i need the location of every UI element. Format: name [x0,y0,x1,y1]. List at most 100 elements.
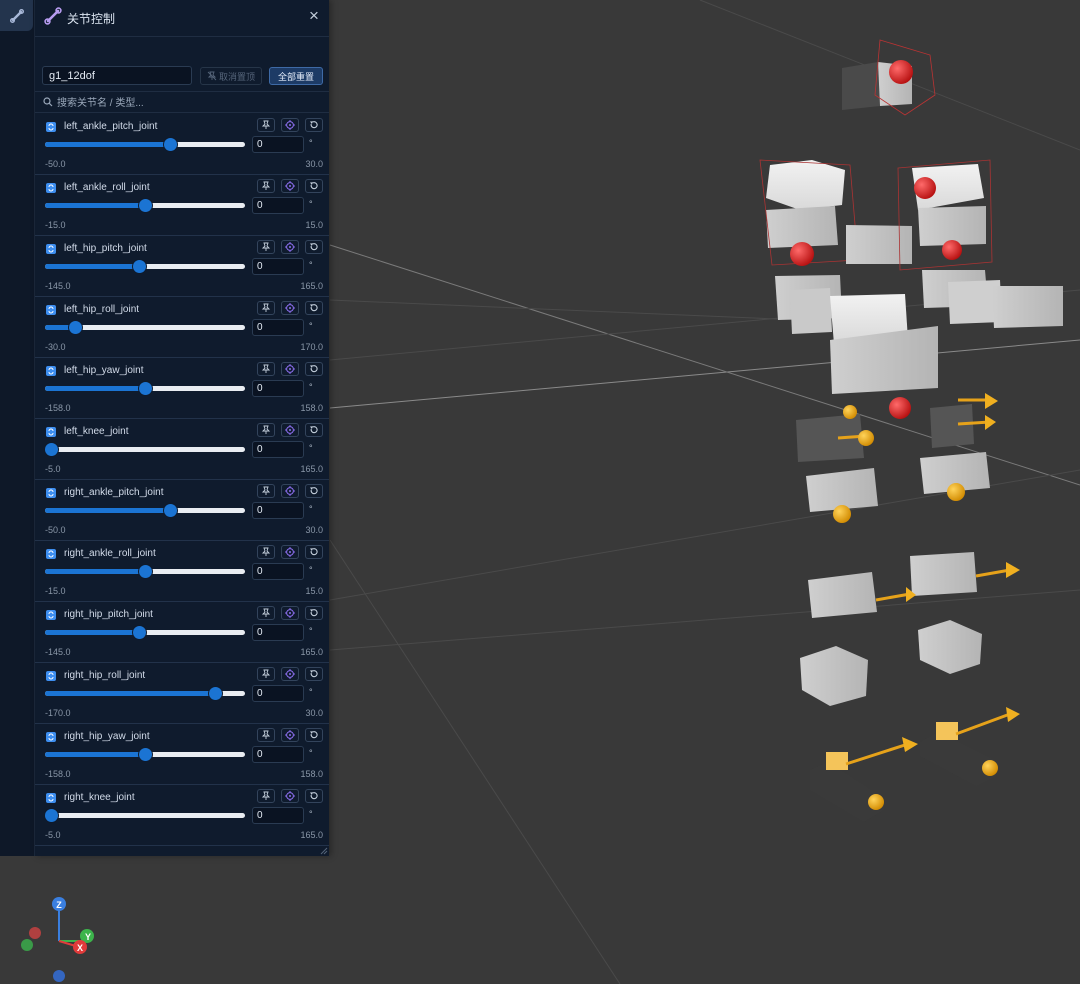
joint-value-field[interactable] [252,319,304,336]
pin-icon[interactable] [257,423,275,437]
neg-y-handle[interactable] [21,939,33,951]
reset-icon[interactable] [305,179,323,193]
target-icon[interactable] [281,545,299,559]
joint-row: right_hip_yaw_joint ° -158.0 158.0 [35,724,329,785]
joint-slider[interactable] [45,138,245,151]
joint-control-toggle[interactable] [0,0,33,31]
joint-value-field[interactable] [252,197,304,214]
joint-value-field[interactable] [252,258,304,275]
joint-row: left_ankle_pitch_joint ° -50.0 30.0 [35,114,329,175]
joint-name: left_ankle_roll_joint [64,182,150,193]
slider-thumb[interactable] [132,260,146,273]
joint-slider[interactable] [45,199,245,212]
pin-icon[interactable] [257,545,275,559]
unit-label: ° [309,626,313,636]
slider-fill [45,752,145,757]
slider-fill [45,386,145,391]
pin-icon[interactable] [257,362,275,376]
search-input[interactable] [55,94,319,113]
target-icon[interactable] [281,789,299,803]
pin-icon[interactable] [257,606,275,620]
reset-icon[interactable] [305,728,323,742]
joint-value-field[interactable] [252,136,304,153]
joint-slider[interactable] [45,321,245,334]
reset-icon[interactable] [305,240,323,254]
target-icon[interactable] [281,606,299,620]
slider-thumb[interactable] [139,748,152,761]
slider-thumb[interactable] [139,199,152,212]
joint-name: left_hip_yaw_joint [64,365,144,376]
target-icon[interactable] [281,484,299,498]
pin-icon[interactable] [257,240,275,254]
slider-thumb[interactable] [44,443,58,456]
neg-x-handle[interactable] [29,927,41,939]
slider-thumb[interactable] [69,321,82,334]
target-icon[interactable] [281,362,299,376]
neg-z-handle[interactable] [53,970,65,982]
joint-value-field[interactable] [252,563,304,580]
min-limit: -50.0 [45,525,66,535]
slider-thumb[interactable] [132,626,146,639]
reset-icon[interactable] [305,667,323,681]
slider-thumb[interactable] [44,809,58,822]
slider-thumb[interactable] [164,138,177,151]
joint-name: left_hip_pitch_joint [64,243,147,254]
target-icon[interactable] [281,118,299,132]
reset-icon[interactable] [305,484,323,498]
slider-thumb[interactable] [209,687,222,700]
joint-slider[interactable] [45,687,245,700]
reset-icon[interactable] [305,545,323,559]
joint-value-field[interactable] [252,685,304,702]
target-icon[interactable] [281,240,299,254]
reset-icon[interactable] [305,301,323,315]
robot-name-field[interactable] [42,66,192,85]
pin-icon[interactable] [257,789,275,803]
target-icon[interactable] [281,179,299,193]
axis-gizmo[interactable]: Z Y X [21,897,94,982]
target-icon[interactable] [281,301,299,315]
joint-value-field[interactable] [252,807,304,824]
joint-slider[interactable] [44,443,245,456]
joint-slider[interactable] [44,809,245,822]
resize-grip-icon[interactable] [320,847,328,855]
cancel-pin-button[interactable]: 取消置顶 [200,67,262,85]
pin-icon[interactable] [257,667,275,681]
joint-slider[interactable] [45,504,245,517]
unit-label: ° [309,504,313,514]
joint-value-field[interactable] [252,380,304,397]
slider-thumb[interactable] [139,565,152,578]
reset-icon[interactable] [305,789,323,803]
slider-thumb[interactable] [139,382,152,395]
target-icon[interactable] [281,728,299,742]
pin-icon[interactable] [257,301,275,315]
joint-row: left_hip_yaw_joint ° -158.0 158.0 [35,358,329,419]
pin-icon[interactable] [257,728,275,742]
reset-icon[interactable] [305,606,323,620]
tool-rail [0,0,35,856]
joint-slider[interactable] [45,382,245,395]
joint-list: left_ankle_pitch_joint ° -50.0 30.0 left… [35,114,329,846]
slider-thumb[interactable] [164,504,177,517]
close-button[interactable]: × [305,7,323,25]
reset-all-button[interactable]: 全部重置 [269,67,323,85]
joint-value-field[interactable] [252,746,304,763]
joint-value-field[interactable] [252,502,304,519]
joint-value-field[interactable] [252,624,304,641]
pin-icon[interactable] [257,118,275,132]
target-icon[interactable] [281,423,299,437]
max-limit: 165.0 [300,464,323,474]
reset-icon[interactable] [305,362,323,376]
reset-icon[interactable] [305,423,323,437]
pin-icon[interactable] [257,179,275,193]
reset-icon[interactable] [305,118,323,132]
bone-icon [44,7,62,25]
joint-slider[interactable] [45,748,245,761]
joint-value-field[interactable] [252,441,304,458]
target-icon[interactable] [281,667,299,681]
joint-slider[interactable] [45,565,245,578]
min-limit: -158.0 [45,403,71,413]
pin-icon[interactable] [257,484,275,498]
joint-slider[interactable] [45,260,245,273]
joint-slider[interactable] [45,626,245,639]
search-icon [43,97,53,107]
